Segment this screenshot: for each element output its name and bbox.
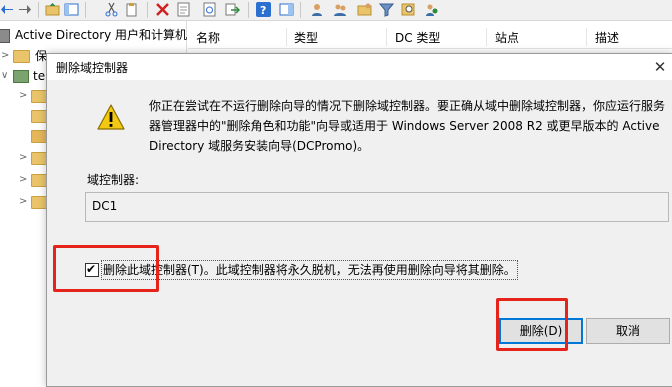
delete-icon[interactable] (155, 2, 170, 17)
action-pane-icon[interactable] (279, 2, 294, 17)
cancel-button[interactable]: 取消 (586, 318, 670, 344)
column-header-dc-type[interactable]: DC 类型 (395, 29, 440, 46)
svg-text:?: ? (260, 4, 266, 17)
checkmark-icon: ✔ (86, 262, 97, 276)
dc-name-field: DC1 (85, 192, 669, 222)
column-divider[interactable] (286, 28, 287, 46)
delete-dc-dialog: 删除域控制器 ✕ 你正在尝试在不运行删除向导的情况下删除域控制器。要正确从域中删… (46, 53, 672, 387)
domain-icon (13, 70, 29, 83)
column-header-name[interactable]: 名称 (196, 29, 220, 46)
toolbar-separator (38, 2, 39, 18)
refresh-icon[interactable] (202, 2, 217, 17)
toolbar-separator (248, 2, 249, 18)
properties-icon[interactable] (176, 2, 191, 17)
chevron-right-icon[interactable]: > (19, 171, 27, 189)
ad-snapin-icon (0, 29, 10, 43)
chevron-right-icon[interactable]: > (19, 193, 27, 211)
forward-arrow-icon[interactable] (17, 2, 32, 17)
toolbar-separator (85, 2, 86, 18)
folder-icon (13, 50, 30, 63)
chevron-right-icon[interactable]: > (1, 47, 9, 65)
find-icon[interactable] (401, 2, 416, 17)
tree-item-label: Active Directory 用户和计算机 (15, 28, 188, 42)
confirm-delete-checkbox[interactable]: ✔ (85, 262, 99, 277)
new-group-icon[interactable] (333, 2, 348, 17)
confirm-delete-label[interactable]: 删除此域控制器(T)。此域控制器将永久脱机，无法再使用删除向导将其删除。 (101, 260, 518, 280)
warning-message: 你正在尝试在不运行删除向导的情况下删除域控制器。要正确从域中删除域控制器，你应运… (149, 99, 666, 153)
new-user-icon[interactable] (310, 2, 325, 17)
column-header-type[interactable]: 类型 (294, 29, 318, 46)
column-divider[interactable] (486, 28, 487, 46)
chevron-right-icon[interactable]: > (19, 149, 27, 167)
chevron-down-icon[interactable]: ∨ (1, 67, 8, 85)
tree-item-label: te (33, 69, 46, 83)
cut-icon[interactable] (104, 2, 119, 17)
help-icon[interactable]: ? (256, 2, 271, 17)
copy-icon[interactable] (124, 2, 139, 17)
warning-icon (97, 104, 125, 130)
list-header: 名称 类型 DC 类型 站点 描述 (188, 26, 672, 49)
column-header-site[interactable]: 站点 (495, 29, 519, 46)
add-to-group-icon[interactable] (425, 2, 440, 17)
column-header-description[interactable]: 描述 (595, 29, 619, 46)
toolbar-separator (300, 2, 301, 18)
close-icon[interactable]: ✕ (649, 56, 671, 78)
up-folder-icon[interactable] (45, 2, 60, 17)
dialog-titlebar[interactable]: 删除域控制器 ✕ (47, 54, 672, 80)
back-arrow-icon[interactable] (0, 2, 15, 17)
column-divider[interactable] (386, 28, 387, 46)
export-icon[interactable] (225, 2, 241, 17)
new-ou-icon[interactable] (357, 2, 372, 17)
delete-button[interactable]: 删除(D) (499, 318, 583, 344)
filter-icon[interactable] (378, 2, 395, 17)
dc-field-label: 域控制器: (87, 173, 140, 187)
column-divider[interactable] (586, 28, 587, 46)
show-tree-icon[interactable] (64, 2, 79, 17)
dialog-title: 删除域控制器 (56, 61, 129, 75)
toolbar: ? (0, 0, 672, 21)
confirm-delete-option[interactable]: ✔ 删除此域控制器(T)。此域控制器将永久脱机，无法再使用删除向导将其删除。 (85, 260, 565, 280)
chevron-right-icon[interactable]: > (19, 87, 27, 105)
dc-name-value: DC1 (92, 199, 118, 213)
toolbar-separator (147, 2, 148, 18)
